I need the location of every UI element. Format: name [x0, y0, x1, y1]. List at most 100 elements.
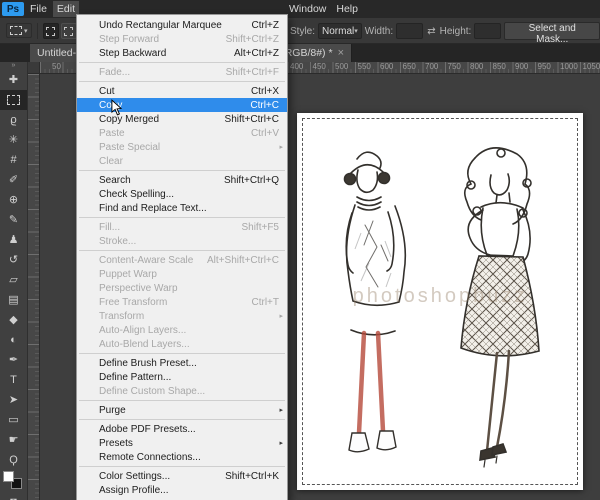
rectangular-marquee-icon — [10, 26, 22, 35]
menu-item-assign-profile[interactable]: Assign Profile... — [77, 483, 287, 497]
type-tool[interactable]: T — [0, 370, 27, 390]
options-right-cluster: Style: Normal ▾ Width: ⇄ Height: Select … — [290, 18, 600, 44]
menu-item-label: Puppet Warp — [99, 269, 157, 280]
menubar-item-window[interactable]: Window — [285, 1, 330, 17]
foreground-color-swatch[interactable] — [3, 471, 14, 482]
dodge-icon: ◐ — [10, 330, 17, 350]
ruler-number: 500 — [335, 62, 348, 71]
shape-tool[interactable]: ▭ — [0, 410, 27, 430]
ruler-number: 700 — [425, 62, 438, 71]
ruler-corner — [28, 62, 40, 74]
menu-item-fill: Fill...Shift+F5 — [77, 220, 287, 234]
zoom-tool[interactable]: Ϙ — [0, 450, 27, 470]
menu-item-step-forward: Step ForwardShift+Ctrl+Z — [77, 32, 287, 46]
menu-item-remote-connections[interactable]: Remote Connections... — [77, 450, 287, 464]
eraser-tool[interactable]: ▱ — [0, 270, 27, 290]
quick-selection-tool[interactable]: ✳ — [0, 130, 27, 150]
menu-item-undo-rectangular-marquee[interactable]: Undo Rectangular MarqueeCtrl+Z — [77, 18, 287, 32]
ruler-number: 750 — [448, 62, 461, 71]
menu-item-label: Define Brush Preset... — [99, 358, 197, 369]
healing-brush-tool[interactable]: ⊕ — [0, 190, 27, 210]
menu-item-find-and-replace-text[interactable]: Find and Replace Text... — [77, 201, 287, 215]
ruler-number: 400 — [290, 62, 303, 71]
canvas-document[interactable]: photoshopbuzz — [297, 113, 583, 490]
clone-stamp-tool[interactable]: ♟ — [0, 230, 27, 250]
type-icon: T — [10, 370, 17, 390]
history-brush-tool[interactable]: ↺ — [0, 250, 27, 270]
menu-item-define-brush-preset[interactable]: Define Brush Preset... — [77, 356, 287, 370]
menu-item-purge[interactable]: Purge▸ — [77, 403, 287, 417]
height-input[interactable] — [474, 23, 501, 39]
blur-icon: ◆ — [9, 310, 17, 330]
rectangular-marquee-tool[interactable] — [0, 90, 27, 110]
menu-item-label: Purge — [99, 405, 126, 416]
path-selection-tool[interactable]: ➤ — [0, 390, 27, 410]
menu-item-color-settings[interactable]: Color Settings...Shift+Ctrl+K — [77, 469, 287, 483]
menu-item-label: Find and Replace Text... — [99, 203, 207, 214]
ruler-number: 1000 — [560, 62, 578, 71]
menu-item-free-transform: Free TransformCtrl+T — [77, 295, 287, 309]
selection-marquee — [302, 118, 578, 485]
toolbox: » ✚ϱ✳#✐⊕✎♟↺▱▤◆◐✒T➤▭☛Ϙ ◙ ▢ — [0, 62, 28, 500]
menu-item-search[interactable]: SearchShift+Ctrl+Q — [77, 173, 287, 187]
menu-item-cut[interactable]: CutCtrl+X — [77, 84, 287, 98]
pen-tool[interactable]: ✒ — [0, 350, 27, 370]
menubar-item-file[interactable]: File — [26, 1, 51, 17]
menu-item-copy[interactable]: CopyCtrl+C — [77, 98, 287, 112]
shape-icon: ▭ — [8, 410, 18, 430]
ruler-number: 550 — [358, 62, 371, 71]
width-input[interactable] — [396, 23, 423, 39]
new-selection-icon[interactable] — [43, 23, 59, 39]
menu-item-define-pattern[interactable]: Define Pattern... — [77, 370, 287, 384]
menu-item-define-custom-shape: Define Custom Shape... — [77, 384, 287, 398]
menu-separator — [79, 81, 285, 82]
zoom-icon: Ϙ — [9, 450, 18, 470]
submenu-arrow-icon: ▸ — [279, 312, 283, 320]
dodge-tool[interactable]: ◐ — [0, 330, 27, 350]
menu-item-step-backward[interactable]: Step BackwardAlt+Ctrl+Z — [77, 46, 287, 60]
menu-item-label: Paste Special — [99, 142, 160, 153]
gradient-tool[interactable]: ▤ — [0, 290, 27, 310]
menu-item-adobe-pdf-presets[interactable]: Adobe PDF Presets... — [77, 422, 287, 436]
menu-item-label: Remote Connections... — [99, 452, 201, 463]
lasso-tool[interactable]: ϱ — [0, 110, 27, 130]
menubar-item-help[interactable]: Help — [332, 1, 362, 17]
select-and-mask-button[interactable]: Select and Mask... — [504, 22, 600, 40]
quick-mask-button[interactable]: ◙ — [0, 492, 27, 500]
swap-dimensions-icon[interactable]: ⇄ — [426, 26, 436, 37]
close-tab-icon[interactable]: × — [338, 47, 344, 59]
rectangular-marquee-icon — [7, 95, 20, 105]
move-icon: ✚ — [9, 70, 18, 90]
tool-preset-dropdown[interactable]: ▾ — [6, 23, 32, 38]
menu-item-label: Define Pattern... — [99, 372, 171, 383]
menu-item-label: Search — [99, 175, 131, 186]
menu-item-copy-merged[interactable]: Copy MergedShift+Ctrl+C — [77, 112, 287, 126]
menu-item-label: Auto-Align Layers... — [99, 325, 186, 336]
style-dropdown[interactable]: Normal ▾ — [318, 23, 362, 39]
move-tool[interactable]: ✚ — [0, 70, 27, 90]
menu-item-shortcut: Ctrl+X — [241, 86, 279, 97]
menu-separator — [79, 400, 285, 401]
blur-tool[interactable]: ◆ — [0, 310, 27, 330]
menu-separator — [79, 353, 285, 354]
ruler-number: 1050 — [583, 62, 600, 71]
add-to-selection-icon[interactable] — [61, 23, 77, 39]
ruler-vertical[interactable] — [28, 74, 40, 500]
toolbox-collapse-icon[interactable]: » — [0, 62, 27, 70]
brush-tool[interactable]: ✎ — [0, 210, 27, 230]
menu-separator — [79, 466, 285, 467]
crop-tool[interactable]: # — [0, 150, 27, 170]
toolbox-tools: ✚ ϱ✳#✐⊕✎♟↺▱▤◆◐✒T➤▭☛Ϙ — [0, 70, 27, 470]
menu-item-shortcut: Alt+Shift+Ctrl+C — [197, 255, 279, 266]
style-label: Style: — [290, 26, 315, 37]
menu-item-auto-blend-layers: Auto-Blend Layers... — [77, 337, 287, 351]
menu-item-check-spelling[interactable]: Check Spelling... — [77, 187, 287, 201]
menu-item-label: Color Settings... — [99, 471, 170, 482]
menu-item-presets[interactable]: Presets▸ — [77, 436, 287, 450]
menu-item-shortcut: Shift+Ctrl+C — [215, 114, 279, 125]
eyedropper-tool[interactable]: ✐ — [0, 170, 27, 190]
hand-tool[interactable]: ☛ — [0, 430, 27, 450]
menu-item-auto-align-layers: Auto-Align Layers... — [77, 323, 287, 337]
menu-item-label: Fill... — [99, 222, 120, 233]
pen-icon: ✒ — [9, 350, 18, 370]
